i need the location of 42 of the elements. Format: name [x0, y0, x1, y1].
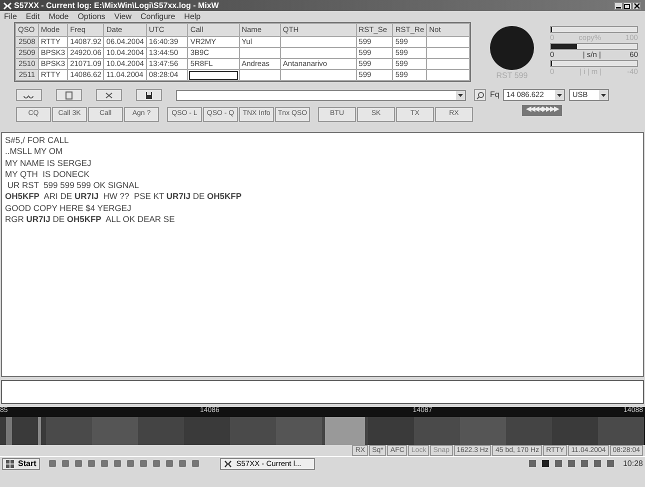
- app-logo-icon: [3, 2, 12, 10]
- menu-item[interactable]: File: [4, 11, 17, 22]
- restore-button[interactable]: [623, 2, 632, 10]
- text-line: RGR UR7IJ DE OH5KFP ALL OK DEAR SE: [5, 214, 176, 226]
- minimize-button[interactable]: [614, 2, 623, 10]
- clock: 10:28: [622, 458, 643, 470]
- toolbar-button[interactable]: [136, 89, 162, 101]
- text-line: MY NAME IS SERGEJ: [5, 158, 92, 169]
- transmit-field[interactable]: [1, 380, 644, 404]
- tuning-indicator: [490, 26, 534, 70]
- start-button[interactable]: Start: [2, 458, 40, 470]
- callsign-combo[interactable]: [176, 90, 466, 100]
- menu-item[interactable]: Edit: [26, 11, 40, 22]
- text-line: GOOD COPY HERE $4 YERGEJ: [5, 202, 132, 214]
- close-icon: [634, 2, 640, 8]
- menu-item[interactable]: Help: [184, 11, 201, 22]
- text-line: MY QTH IS DONECK: [5, 168, 90, 180]
- windows-logo-icon: [6, 460, 14, 468]
- text-line: OH5KFP ARI DE UR7IJ HW ?? PSE KT UR7IJ DE OH5KFP: [5, 191, 243, 203]
- search-button[interactable]: [474, 89, 486, 101]
- close-button[interactable]: [632, 2, 641, 10]
- freq-label: Fq: [490, 89, 500, 101]
- text-line: S#5,/ FOR CALL: [5, 135, 70, 146]
- restore-icon: [624, 2, 631, 8]
- dropdown-icon: [456, 90, 465, 100]
- dropdown-icon: [599, 90, 608, 100]
- delete-icon: [103, 90, 115, 100]
- document-icon: [63, 90, 75, 100]
- menu-item[interactable]: View: [114, 11, 132, 22]
- toolbar-button[interactable]: [16, 89, 42, 101]
- window-title: S57XX - Current log: E:\MixWin\Logi\S57xx.log - MixW: [14, 0, 219, 11]
- menu-item[interactable]: Configure: [140, 11, 176, 22]
- menu-item[interactable]: Options: [78, 11, 106, 22]
- dropdown-icon: [555, 90, 564, 100]
- toolbar-button[interactable]: [96, 89, 122, 101]
- app-logo-icon: [224, 460, 232, 468]
- search-icon: [476, 90, 484, 100]
- menu-item[interactable]: Mode: [48, 11, 69, 22]
- toolbar-button[interactable]: [56, 89, 82, 101]
- text-line: ..MSLL MY OM: [5, 146, 64, 158]
- save-icon: [143, 90, 155, 100]
- text-line: UR RST 599 599 599 OK SIGNAL: [6, 180, 140, 192]
